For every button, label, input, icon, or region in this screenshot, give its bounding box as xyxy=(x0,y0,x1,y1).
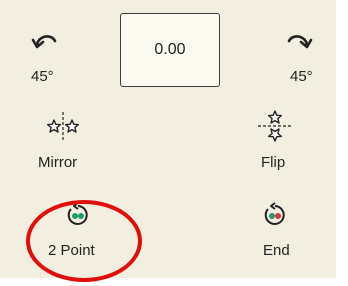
mirror-stars-icon xyxy=(46,112,80,142)
end-rotate-icon xyxy=(263,202,287,227)
rotate-left-label: 45° xyxy=(31,68,54,85)
mirror-label: Mirror xyxy=(38,154,78,171)
rotate-ccw-icon xyxy=(31,28,58,50)
rotate-right-button[interactable]: 45° xyxy=(272,28,320,98)
flip-stars-icon xyxy=(258,108,292,146)
end-button[interactable]: End xyxy=(254,200,314,272)
two-point-label: 2 Point xyxy=(48,242,95,259)
rotate-right-label: 45° xyxy=(290,68,313,85)
flip-button[interactable]: Flip xyxy=(252,108,322,180)
mirror-button[interactable]: Mirror xyxy=(22,112,102,180)
rotate-cw-icon xyxy=(286,28,313,50)
rotate-left-button[interactable]: 45° xyxy=(22,28,70,98)
angle-value: 0.00 xyxy=(154,41,186,58)
angle-value-field[interactable]: 0.00 xyxy=(120,13,220,87)
two-point-rotate-icon xyxy=(66,202,90,227)
two-point-button[interactable]: 2 Point xyxy=(30,200,130,272)
rotate-panel: 45° 0.00 45° Mirror Flip 2 Point End xyxy=(0,0,336,278)
flip-label: Flip xyxy=(261,154,286,171)
end-label: End xyxy=(263,242,290,259)
